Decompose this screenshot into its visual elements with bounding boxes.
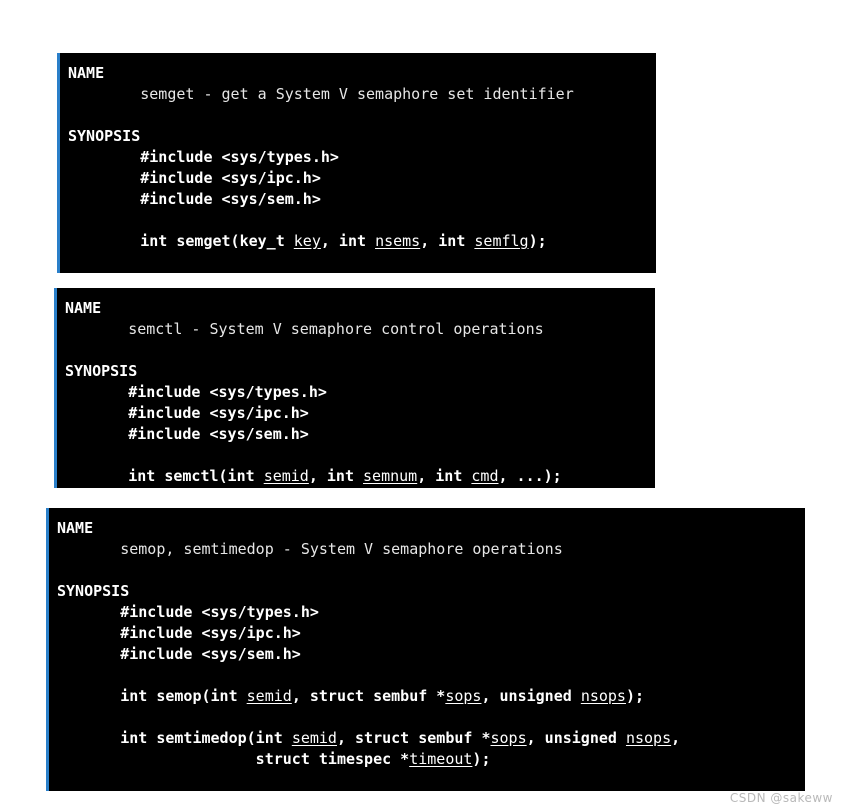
include-line: #include <sys/sem.h> bbox=[68, 190, 321, 208]
include-line: #include <sys/sem.h> bbox=[65, 425, 309, 443]
section-heading-name: NAME bbox=[57, 519, 94, 537]
signature-text: , struct sembuf * bbox=[336, 729, 491, 747]
manpage-body: NAME semctl - System V semaphore control… bbox=[57, 288, 655, 487]
signature-param-semflg: semflg bbox=[474, 232, 529, 250]
signature-param-semid: semid bbox=[263, 467, 309, 485]
manpage-panel-semget: NAME semget - get a System V semaphore s… bbox=[57, 53, 656, 273]
signature-param-nsops: nsops bbox=[625, 729, 672, 747]
signature-param-semnum: semnum bbox=[363, 467, 418, 485]
signature-text: struct timespec * bbox=[57, 750, 410, 768]
section-heading-name: NAME bbox=[65, 299, 102, 317]
signature-text: , bbox=[671, 729, 681, 747]
signature-param-key: key bbox=[293, 232, 321, 250]
section-heading-synopsis: SYNOPSIS bbox=[57, 582, 130, 600]
signature-param-timeout: timeout bbox=[409, 750, 473, 768]
include-line: #include <sys/ipc.h> bbox=[57, 624, 301, 642]
name-description: semop, semtimedop - System V semaphore o… bbox=[57, 540, 563, 558]
include-line: #include <sys/types.h> bbox=[68, 148, 339, 166]
signature-param-cmd: cmd bbox=[471, 467, 499, 485]
signature-text: , struct sembuf * bbox=[291, 687, 446, 705]
signature-param-semid: semid bbox=[291, 729, 337, 747]
signature-text: , int bbox=[420, 232, 475, 250]
manpage-panel-semop: NAME semop, semtimedop - System V semaph… bbox=[46, 508, 805, 791]
signature-text: ); bbox=[625, 687, 645, 705]
signature-text: , unsigned bbox=[526, 729, 626, 747]
signature-param-semid: semid bbox=[246, 687, 292, 705]
section-heading-name: NAME bbox=[68, 64, 105, 82]
include-line: #include <sys/ipc.h> bbox=[65, 404, 309, 422]
signature-text: int semctl(int bbox=[65, 467, 264, 485]
function-signature-semtimedop: int semtimedop(int semid, struct sembuf … bbox=[49, 728, 805, 749]
include-line: #include <sys/sem.h> bbox=[57, 645, 301, 663]
signature-param-sops: sops bbox=[490, 729, 527, 747]
include-line: #include <sys/ipc.h> bbox=[68, 169, 321, 187]
signature-text: , int bbox=[417, 467, 472, 485]
signature-param-sops: sops bbox=[445, 687, 482, 705]
manpage-body: NAME semop, semtimedop - System V semaph… bbox=[49, 508, 805, 770]
signature-param-nsems: nsems bbox=[375, 232, 421, 250]
section-heading-synopsis: SYNOPSIS bbox=[65, 362, 138, 380]
signature-text: , int bbox=[320, 232, 376, 250]
manpage-body: NAME semget - get a System V semaphore s… bbox=[60, 53, 656, 252]
name-description: semctl - System V semaphore control oper… bbox=[65, 320, 544, 338]
function-signature-semget: int semget(key_t key, int nsems, int sem… bbox=[60, 231, 656, 252]
signature-text: ); bbox=[528, 232, 547, 250]
signature-text: ); bbox=[472, 750, 491, 768]
signature-text: int semtimedop(int bbox=[57, 729, 292, 747]
signature-text: int semop(int bbox=[57, 687, 247, 705]
include-line: #include <sys/types.h> bbox=[65, 383, 327, 401]
signature-param-nsops: nsops bbox=[580, 687, 626, 705]
name-description: semget - get a System V semaphore set id… bbox=[68, 85, 574, 103]
function-signature-semtimedop-continuation: struct timespec *timeout); bbox=[49, 749, 805, 770]
function-signature-semop: int semop(int semid, struct sembuf *sops… bbox=[49, 686, 805, 707]
signature-text: int semget(key_t bbox=[68, 232, 294, 250]
signature-text: , int bbox=[308, 467, 364, 485]
signature-text: , unsigned bbox=[481, 687, 581, 705]
include-line: #include <sys/types.h> bbox=[57, 603, 319, 621]
csdn-watermark: CSDN @sakeww bbox=[729, 791, 833, 805]
section-heading-synopsis: SYNOPSIS bbox=[68, 127, 141, 145]
function-signature-semctl: int semctl(int semid, int semnum, int cm… bbox=[57, 466, 655, 487]
manpage-panel-semctl: NAME semctl - System V semaphore control… bbox=[54, 288, 655, 488]
signature-text: , ...); bbox=[498, 467, 562, 485]
